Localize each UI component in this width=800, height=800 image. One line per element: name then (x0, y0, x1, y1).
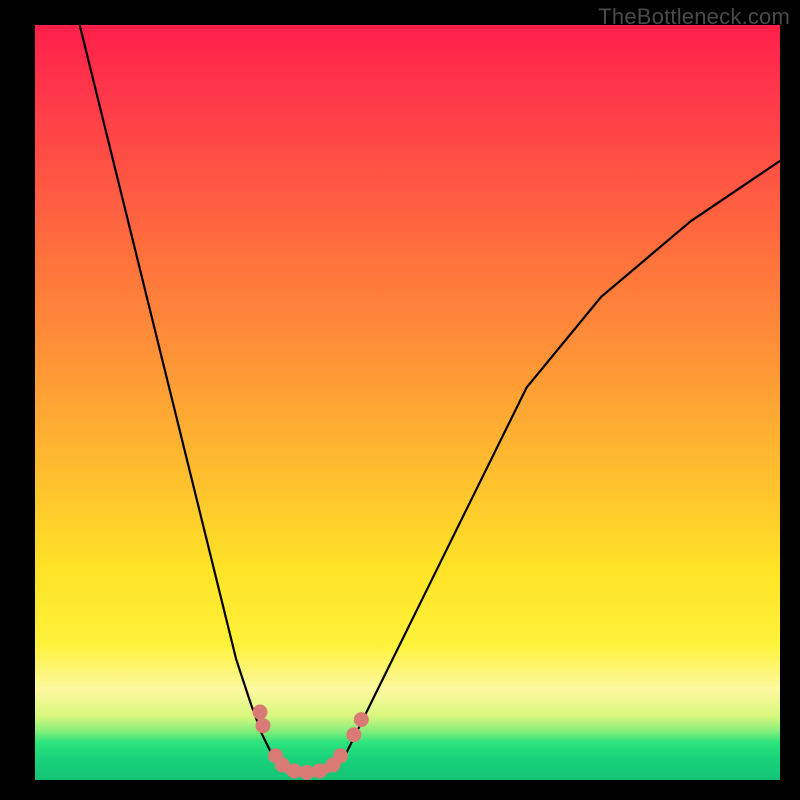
marker-floor-c (312, 763, 327, 778)
plot-area (35, 25, 780, 780)
marker-floor-b (299, 765, 314, 780)
series-right-branch (333, 161, 780, 765)
marker-left-upper-pair-a (252, 705, 267, 720)
attribution-label: TheBottleneck.com (598, 4, 790, 30)
marker-left-upper-pair-b (255, 718, 270, 733)
chart-svg (35, 25, 780, 780)
series-left-branch (80, 25, 281, 765)
marker-floor-a (287, 763, 302, 778)
marker-right-upper-a (346, 727, 361, 742)
chart-stage: TheBottleneck.com (0, 0, 800, 800)
marker-right-upper-b (354, 712, 369, 727)
marker-right-lower-b (333, 748, 348, 763)
